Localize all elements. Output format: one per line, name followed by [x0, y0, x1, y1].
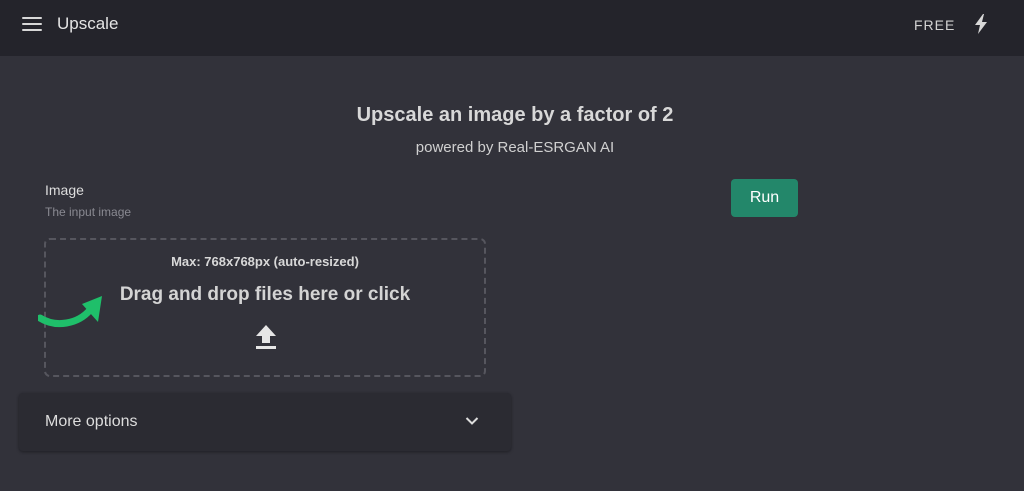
- lightning-bolt-icon[interactable]: [974, 14, 988, 34]
- hamburger-menu-icon[interactable]: [22, 17, 42, 31]
- page-subtitle: powered by Real-ESRGAN AI: [415, 139, 615, 156]
- green-pointer-arrow-icon: [38, 296, 102, 328]
- run-button[interactable]: Run: [731, 179, 798, 217]
- drop-instructions: Drag and drop files here or click: [119, 284, 411, 305]
- image-field-label: Image: [45, 182, 84, 198]
- top-bar: Upscale FREE: [0, 0, 1024, 56]
- app-title: Upscale: [57, 14, 119, 33]
- chevron-down-icon[interactable]: [465, 416, 479, 426]
- more-options-label: More options: [45, 413, 138, 430]
- image-field-hint: The input image: [45, 205, 132, 219]
- upload-icon: [256, 325, 276, 349]
- page-title: Upscale an image by a factor of 2: [356, 104, 674, 126]
- max-size-note: Max: 768x768px (auto-resized): [171, 254, 359, 269]
- more-options-panel[interactable]: More options: [19, 393, 511, 451]
- plan-badge: FREE: [914, 17, 956, 33]
- file-dropzone[interactable]: Max: 768x768px (auto-resized) Drag and d…: [44, 238, 486, 377]
